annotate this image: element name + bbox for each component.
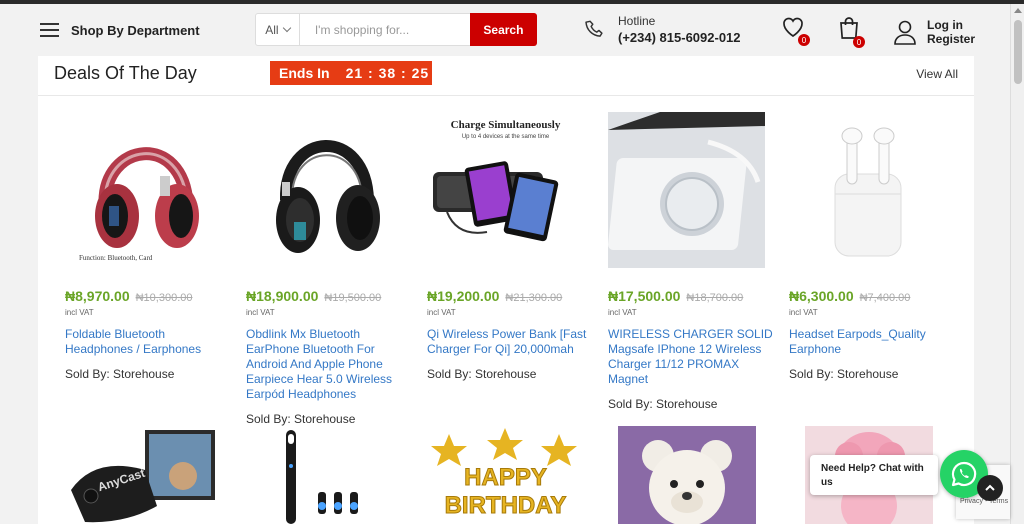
sold-by: Sold By: Storehouse: [246, 412, 356, 426]
product-card: ₦17,500.00 ₦18,700.00 incl VAT WIRELESS …: [608, 112, 778, 411]
product-price: ₦6,300.00: [789, 288, 854, 304]
product-price: ₦17,500.00: [608, 288, 681, 304]
search-bar: All Search: [255, 13, 537, 46]
category-select-value: All: [265, 22, 279, 37]
sold-by: Sold By: Storehouse: [427, 367, 537, 381]
countdown-timer: Ends In 21 : 38 : 25: [270, 61, 432, 85]
image-caption: Function: Bluetooth, Card: [79, 254, 153, 262]
product-name-link[interactable]: Foldable Bluetooth Headphones / Earphone…: [65, 327, 230, 357]
product-image[interactable]: [246, 426, 403, 524]
scroll-up-arrow-icon[interactable]: [1014, 8, 1022, 13]
white-earpods-icon: [834, 127, 902, 257]
deals-section: Deals Of The Day Ends In 21 : 38 : 25 Vi…: [38, 56, 974, 524]
back-to-top-button[interactable]: [977, 475, 1003, 501]
chat-prompt[interactable]: Need Help? Chat with us: [810, 455, 938, 495]
hotline-label: Hotline: [618, 14, 656, 28]
product-price: ₦8,970.00: [65, 288, 130, 304]
user-icon: [894, 20, 916, 45]
product-image[interactable]: [789, 112, 946, 268]
product-image[interactable]: Function: Bluetooth, Card: [65, 112, 222, 268]
hotline: Hotline (+234) 815-6092-012: [584, 14, 741, 45]
product-old-price: ₦18,700.00: [686, 292, 744, 304]
sold-by: Sold By: Storehouse: [789, 367, 899, 381]
site-header: Shop By Department All Search Hotline (+…: [0, 4, 1010, 56]
product-card: ₦18,900.00 ₦19,500.00 incl VAT Obdlink M…: [246, 112, 416, 426]
account-link[interactable]: Log in Register: [893, 18, 975, 46]
product-image[interactable]: [246, 112, 403, 268]
product-name-link[interactable]: Obdlink Mx Bluetooth EarPhone Bluetooth …: [246, 327, 411, 402]
phone-icon: [585, 20, 603, 37]
search-input[interactable]: [299, 14, 470, 45]
register-link[interactable]: Register: [927, 32, 975, 46]
hotline-number: (+234) 815-6092-012: [618, 30, 741, 45]
countdown-label: Ends In: [279, 65, 330, 81]
wishlist-count: 0: [798, 34, 810, 46]
product-name-link[interactable]: WIRELESS CHARGER SOLID Magsafe IPhone 12…: [608, 327, 773, 387]
vat-label: incl VAT: [608, 308, 637, 317]
vat-label: incl VAT: [427, 308, 456, 317]
page-scrollbar[interactable]: [1010, 4, 1024, 524]
login-link[interactable]: Log in: [927, 18, 975, 32]
sold-by: Sold By: Storehouse: [608, 397, 718, 411]
red-headphones-icon: [95, 147, 199, 248]
product-image[interactable]: [618, 426, 756, 524]
power-bank-icon: [433, 161, 559, 242]
product-image[interactable]: AnyCast: [65, 426, 222, 524]
product-image[interactable]: [608, 112, 765, 268]
search-button[interactable]: Search: [469, 13, 537, 46]
wishlist-button[interactable]: 0: [781, 16, 810, 46]
teddy-bear-icon: [642, 440, 732, 524]
product-old-price: ₦19,500.00: [324, 292, 382, 304]
shop-by-department[interactable]: Shop By Department: [71, 23, 200, 38]
product-price: ₦19,200.00: [427, 288, 500, 304]
countdown-value: 21 : 38 : 25: [345, 65, 430, 81]
product-image[interactable]: HAPPY BIRTHDAY: [427, 426, 584, 524]
scrollbar-thumb[interactable]: [1014, 20, 1022, 84]
product-card: Charge Simultaneously Up to 4 devices at…: [427, 112, 597, 381]
sold-by: Sold By: Storehouse: [65, 367, 175, 381]
vat-label: incl VAT: [246, 308, 275, 317]
image-text-happy: HAPPY: [464, 464, 548, 492]
whatsapp-icon: [951, 461, 977, 487]
electric-toothbrush-icon: [286, 430, 358, 524]
product-image[interactable]: Charge Simultaneously Up to 4 devices at…: [427, 112, 584, 268]
product-old-price: ₦21,300.00: [505, 292, 563, 304]
product-card: Function: Bluetooth, Card ₦8,970.00 ₦10,…: [65, 112, 235, 381]
product-name-link[interactable]: Qi Wireless Power Bank [Fast Charger For…: [427, 327, 592, 357]
deals-header: Deals Of The Day Ends In 21 : 38 : 25 Vi…: [38, 56, 974, 96]
chevron-down-icon: [282, 23, 291, 33]
product-card: ₦6,300.00 ₦7,400.00 incl VAT Headset Ear…: [789, 112, 959, 381]
product-price: ₦18,900.00: [246, 288, 319, 304]
chevron-up-icon: [985, 484, 995, 491]
category-select[interactable]: All: [256, 14, 300, 45]
magsafe-charger-icon: [608, 112, 765, 268]
menu-icon[interactable]: [40, 23, 59, 37]
product-name-link[interactable]: Headset Earpods_Quality Earphone: [789, 327, 954, 357]
vat-label: incl VAT: [789, 308, 818, 317]
vat-label: incl VAT: [65, 308, 94, 317]
product-old-price: ₦10,300.00: [135, 292, 193, 304]
deals-title: Deals Of The Day: [54, 63, 197, 83]
cart-count: 0: [853, 36, 865, 48]
product-old-price: ₦7,400.00: [859, 292, 911, 304]
image-text-birthday: BIRTHDAY: [444, 492, 567, 520]
view-all-link[interactable]: View All: [916, 67, 958, 81]
black-headphones-icon: [276, 140, 380, 253]
cart-button[interactable]: 0: [838, 16, 865, 48]
